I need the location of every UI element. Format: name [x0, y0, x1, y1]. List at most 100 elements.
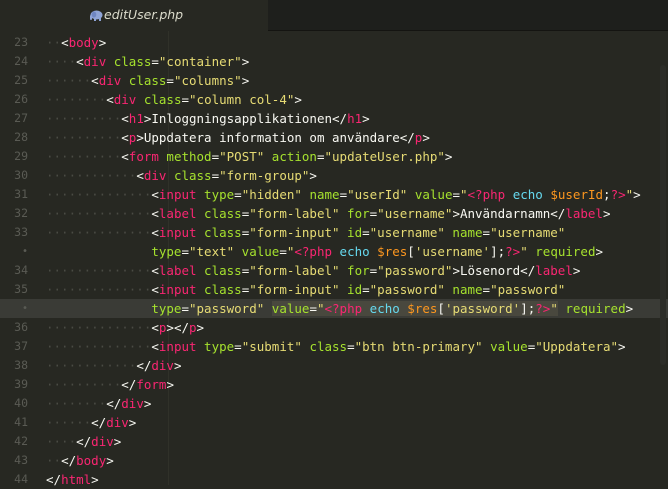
code-line[interactable]: 33 ··············<input class = "form-input…: [0, 223, 668, 242]
code-token: </: [136, 358, 152, 373]
indent-dots: ············: [46, 168, 137, 183]
code-token: body: [76, 453, 107, 468]
code-token: <: [121, 149, 129, 164]
vertical-scrollbar[interactable]: [660, 65, 666, 365]
code-token: >: [173, 358, 182, 373]
indent-dots: [46, 301, 151, 316]
code-line[interactable]: 28 ··········<p>Uppdatera information om …: [0, 128, 668, 147]
code-token: >: [618, 339, 626, 354]
line-number: 41: [14, 415, 28, 429]
code-line[interactable]: 41 ······</div>: [0, 413, 668, 432]
code-token: =: [234, 339, 242, 354]
code-token: type: [196, 187, 235, 202]
code-text: ··········<form method="POST" action="up…: [46, 147, 452, 166]
code-token: >: [633, 187, 641, 202]
code-line[interactable]: 39 ··········</form>: [0, 375, 668, 394]
code-token: "username": [377, 206, 453, 221]
line-number: 37: [14, 339, 28, 353]
code-line[interactable]: 35 ··············<input class = "form-input…: [0, 280, 668, 299]
code-line[interactable]: 42 ····</div>: [0, 432, 668, 451]
code-token: div: [121, 396, 144, 411]
code-text: ··············<input type="submit" class…: [46, 337, 626, 356]
code-line[interactable]: 44 </html>: [0, 470, 668, 489]
code-line[interactable]: 29 ··········<form method="POST" action="…: [0, 147, 668, 166]
line-number: 26: [14, 92, 28, 106]
indent-dots: ············: [46, 358, 137, 373]
code-token: div: [113, 92, 137, 107]
indent-dots: ··········: [46, 377, 122, 392]
line-number: 44: [14, 472, 28, 486]
code-line[interactable]: 38 ············</div>: [0, 356, 668, 375]
code-token: label: [565, 206, 603, 221]
code-token: =: [347, 339, 355, 354]
indent-dots: ··········: [46, 149, 122, 164]
code-text: ············<div class="form-group">: [46, 166, 317, 185]
code-line[interactable]: 31 ··············<input type="hidden" nam…: [0, 185, 668, 204]
tab-filename: editUser.php: [104, 7, 184, 22]
code-token: form: [128, 149, 159, 164]
code-line[interactable]: 36 ··············<p></p>: [0, 318, 668, 337]
code-token: class: [106, 54, 152, 69]
code-line[interactable]: 37 ··············<input type="submit" cla…: [0, 337, 668, 356]
code-token: ": [520, 244, 528, 259]
code-line[interactable]: 23 ··<body>: [0, 33, 668, 52]
code-token: for: [339, 263, 370, 278]
code-token: </: [106, 396, 122, 411]
code-token: class: [196, 282, 242, 297]
code-token: =: [452, 187, 460, 202]
code-line[interactable]: 25 ······<div class="columns">: [0, 71, 668, 90]
code-text: ······</div>: [46, 413, 136, 432]
code-line[interactable]: 27 ··········<h1>Inloggningsapplikationen…: [0, 109, 668, 128]
code-text: ········</div>: [46, 394, 151, 413]
indent-dots: ··············: [46, 282, 152, 297]
code-token: "userId": [347, 187, 408, 202]
line-number: 36: [14, 320, 28, 334]
code-token: >: [294, 92, 302, 107]
line-number: 35: [14, 282, 28, 296]
code-line[interactable]: 24 ····<div class="container">: [0, 52, 668, 71]
code-token: ?>: [535, 301, 551, 316]
code-token: >: [241, 54, 250, 69]
code-line[interactable]: 26 ········<div class="column col-4">: [0, 90, 668, 109]
code-line[interactable]: 43 ··</body>: [0, 451, 668, 470]
code-line[interactable]: 30 ············<div class="form-group">: [0, 166, 668, 185]
editor-pane[interactable]: 23 ··<body> 24 ····<div class="container"> 2…: [0, 31, 668, 487]
code-editor-window: editUser.php 23 ··<body> 24 ····<div class=…: [0, 0, 668, 487]
indent-dots: ······: [46, 415, 92, 430]
code-token: =: [181, 92, 190, 107]
indent-dots: ··············: [46, 225, 152, 240]
code-line[interactable]: 32 ··············<label class="form-label…: [0, 204, 668, 223]
code-token: <: [121, 111, 129, 126]
code-token: input: [158, 187, 197, 202]
code-token: required: [527, 244, 596, 259]
code-token: <: [121, 130, 129, 145]
indent-dots: ··: [46, 453, 62, 468]
code-token: $userId: [542, 187, 604, 202]
code-token: >: [595, 244, 604, 259]
code-token: <: [151, 206, 159, 221]
code-token: ];: [490, 244, 506, 259]
code-token: [: [437, 301, 445, 316]
code-token: class: [136, 92, 182, 107]
code-token: echo: [505, 187, 543, 202]
code-line[interactable]: • type="text" value="<?php echo $res['us…: [0, 242, 668, 261]
code-line[interactable]: 40 ········</div>: [0, 394, 668, 413]
code-token: "password": [490, 282, 566, 297]
code-token: >Användarnamn</: [452, 206, 566, 221]
code-token: =: [234, 187, 242, 202]
code-line[interactable]: 34 ··············<label class="form-label…: [0, 261, 668, 280]
tab-edituser[interactable]: editUser.php: [0, 0, 268, 31]
code-text: </html>: [46, 470, 99, 489]
line-number: 34: [14, 263, 28, 277]
code-token: <: [136, 168, 144, 183]
code-text: ············</div>: [46, 356, 181, 375]
code-line[interactable]: • type="password" value="<?php echo $res…: [0, 299, 668, 318]
code-token: >: [422, 130, 430, 145]
code-token: >: [98, 35, 107, 50]
code-token: h1: [128, 111, 144, 126]
code-text: ··············<label class="form-label" …: [46, 261, 580, 280]
code-token: "form-input": [249, 225, 340, 240]
code-token: <: [106, 92, 114, 107]
code-token: >: [128, 415, 137, 430]
line-number: 31: [14, 187, 28, 201]
